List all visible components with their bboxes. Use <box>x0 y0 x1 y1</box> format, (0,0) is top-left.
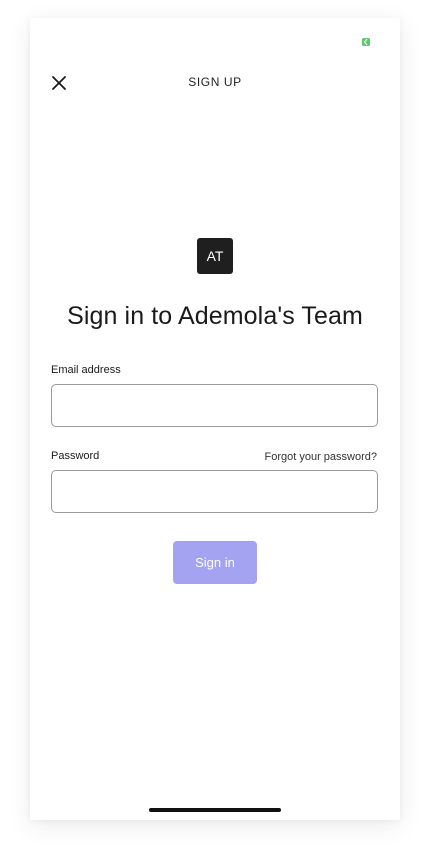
signin-headline: Sign in to Ademola's Team <box>67 302 363 330</box>
email-label: Email address <box>51 364 121 376</box>
phone-screen: SIGN UP AT Sign in to Ademola's Team Ema… <box>30 18 400 820</box>
email-field[interactable] <box>51 384 378 427</box>
page: SIGN UP AT Sign in to Ademola's Team Ema… <box>0 0 430 860</box>
team-avatar: AT <box>197 238 233 274</box>
sign-in-button[interactable]: Sign in <box>173 541 257 584</box>
page-title: SIGN UP <box>188 75 242 89</box>
forgot-password-link[interactable]: Forgot your password? <box>265 451 378 463</box>
home-indicator <box>149 808 281 812</box>
battery-icon <box>362 38 370 46</box>
password-label: Password <box>51 450 100 462</box>
password-field[interactable] <box>51 470 378 513</box>
